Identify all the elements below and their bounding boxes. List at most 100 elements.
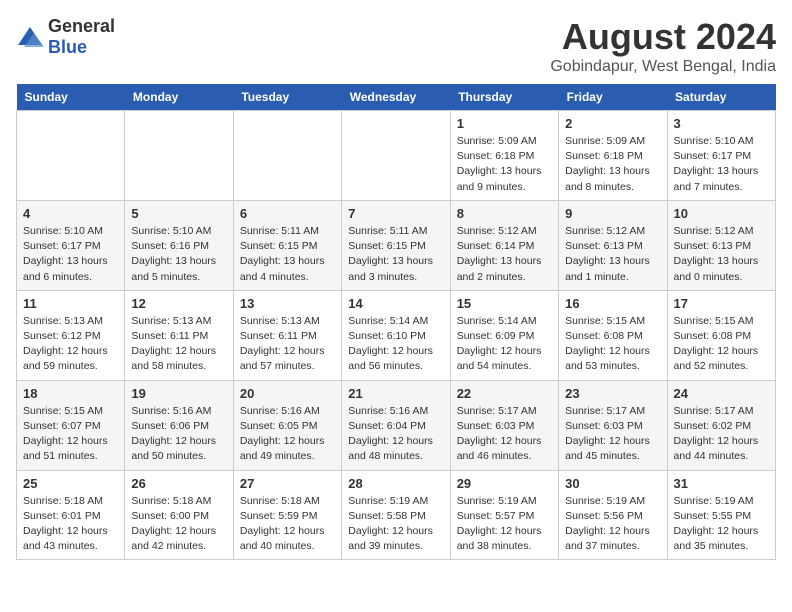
calendar-header: SundayMondayTuesdayWednesdayThursdayFrid…	[17, 84, 776, 111]
date-number: 17	[674, 296, 769, 311]
day-info: Sunrise: 5:09 AMSunset: 6:18 PMDaylight:…	[565, 134, 660, 195]
day-cell: 31Sunrise: 5:19 AMSunset: 5:55 PMDayligh…	[667, 470, 775, 560]
date-number: 12	[131, 296, 226, 311]
day-info: Sunrise: 5:18 AMSunset: 6:00 PMDaylight:…	[131, 494, 226, 555]
day-info: Sunrise: 5:09 AMSunset: 6:18 PMDaylight:…	[457, 134, 552, 195]
sub-title: Gobindapur, West Bengal, India	[550, 58, 776, 76]
day-header-monday: Monday	[125, 84, 233, 111]
day-header-saturday: Saturday	[667, 84, 775, 111]
logo: General Blue	[16, 16, 115, 58]
day-cell: 6 Sunrise: 5:11 AMSunset: 6:15 PMDaylight…	[233, 200, 341, 290]
date-number: 10	[674, 206, 769, 221]
date-number: 20	[240, 386, 335, 401]
day-cell: 29 Sunrise: 5:19 AMSunset: 5:57 PMDayligh…	[450, 470, 558, 560]
day-cell: 2 Sunrise: 5:09 AMSunset: 6:18 PMDaylight…	[559, 111, 667, 201]
date-number: 5	[131, 206, 226, 221]
logo-blue: Blue	[48, 37, 87, 57]
day-cell: 24 Sunrise: 5:17 AMSunset: 6:02 PMDayligh…	[667, 380, 775, 470]
day-cell: 11 Sunrise: 5:13 AMSunset: 6:12 PMDayligh…	[17, 290, 125, 380]
date-number: 15	[457, 296, 552, 311]
header: General Blue August 2024 Gobindapur, Wes…	[16, 16, 776, 76]
day-info: Sunrise: 5:10 AMSunset: 6:17 PMDaylight:…	[23, 224, 118, 285]
day-cell: 1 Sunrise: 5:09 AMSunset: 6:18 PMDaylight…	[450, 111, 558, 201]
day-cell: 15 Sunrise: 5:14 AMSunset: 6:09 PMDayligh…	[450, 290, 558, 380]
day-info: Sunrise: 5:14 AMSunset: 6:09 PMDaylight:…	[457, 314, 552, 375]
day-info: Sunrise: 5:13 AMSunset: 6:11 PMDaylight:…	[240, 314, 335, 375]
day-info: Sunrise: 5:16 AMSunset: 6:06 PMDaylight:…	[131, 404, 226, 465]
day-info: Sunrise: 5:11 AMSunset: 6:15 PMDaylight:…	[240, 224, 335, 285]
day-cell: 7Sunrise: 5:11 AMSunset: 6:15 PMDaylight…	[342, 200, 450, 290]
day-info: Sunrise: 5:17 AMSunset: 6:03 PMDaylight:…	[565, 404, 660, 465]
day-cell: 16 Sunrise: 5:15 AMSunset: 6:08 PMDayligh…	[559, 290, 667, 380]
day-cell: 21 Sunrise: 5:16 AMSunset: 6:04 PMDayligh…	[342, 380, 450, 470]
day-cell: 28 Sunrise: 5:19 AMSunset: 5:58 PMDayligh…	[342, 470, 450, 560]
day-info: Sunrise: 5:12 AMSunset: 6:13 PMDaylight:…	[565, 224, 660, 285]
date-number: 16	[565, 296, 660, 311]
date-number: 29	[457, 476, 552, 491]
day-cell: 10Sunrise: 5:12 AMSunset: 6:13 PMDayligh…	[667, 200, 775, 290]
day-cell: 20Sunrise: 5:16 AMSunset: 6:05 PMDayligh…	[233, 380, 341, 470]
week-row-1: 1 Sunrise: 5:09 AMSunset: 6:18 PMDaylight…	[17, 111, 776, 201]
date-number: 3	[674, 116, 769, 131]
day-info: Sunrise: 5:13 AMSunset: 6:11 PMDaylight:…	[131, 314, 226, 375]
date-number: 14	[348, 296, 443, 311]
day-info: Sunrise: 5:18 AMSunset: 5:59 PMDaylight:…	[240, 494, 335, 555]
day-cell	[342, 111, 450, 201]
date-number: 11	[23, 296, 118, 311]
day-cell: 12 Sunrise: 5:13 AMSunset: 6:11 PMDayligh…	[125, 290, 233, 380]
day-info: Sunrise: 5:15 AMSunset: 6:07 PMDaylight:…	[23, 404, 118, 465]
day-info: Sunrise: 5:10 AMSunset: 6:17 PMDaylight:…	[674, 134, 769, 195]
date-number: 24	[674, 386, 769, 401]
day-info: Sunrise: 5:15 AMSunset: 6:08 PMDaylight:…	[674, 314, 769, 375]
day-header-tuesday: Tuesday	[233, 84, 341, 111]
day-info: Sunrise: 5:19 AMSunset: 5:57 PMDaylight:…	[457, 494, 552, 555]
day-info: Sunrise: 5:15 AMSunset: 6:08 PMDaylight:…	[565, 314, 660, 375]
day-info: Sunrise: 5:19 AMSunset: 5:55 PMDaylight:…	[674, 494, 769, 555]
day-cell	[17, 111, 125, 201]
day-info: Sunrise: 5:12 AMSunset: 6:14 PMDaylight:…	[457, 224, 552, 285]
date-number: 23	[565, 386, 660, 401]
date-number: 19	[131, 386, 226, 401]
day-header-thursday: Thursday	[450, 84, 558, 111]
day-cell: 23 Sunrise: 5:17 AMSunset: 6:03 PMDayligh…	[559, 380, 667, 470]
date-number: 18	[23, 386, 118, 401]
date-number: 4	[23, 206, 118, 221]
date-number: 8	[457, 206, 552, 221]
day-info: Sunrise: 5:16 AMSunset: 6:04 PMDaylight:…	[348, 404, 443, 465]
day-info: Sunrise: 5:11 AMSunset: 6:15 PMDaylight:…	[348, 224, 443, 285]
day-cell: 8 Sunrise: 5:12 AMSunset: 6:14 PMDaylight…	[450, 200, 558, 290]
header-row: SundayMondayTuesdayWednesdayThursdayFrid…	[17, 84, 776, 111]
day-cell: 14Sunrise: 5:14 AMSunset: 6:10 PMDayligh…	[342, 290, 450, 380]
day-header-sunday: Sunday	[17, 84, 125, 111]
date-number: 2	[565, 116, 660, 131]
day-info: Sunrise: 5:10 AMSunset: 6:16 PMDaylight:…	[131, 224, 226, 285]
date-number: 13	[240, 296, 335, 311]
date-number: 1	[457, 116, 552, 131]
week-row-4: 18 Sunrise: 5:15 AMSunset: 6:07 PMDayligh…	[17, 380, 776, 470]
day-info: Sunrise: 5:18 AMSunset: 6:01 PMDaylight:…	[23, 494, 118, 555]
day-cell	[233, 111, 341, 201]
week-row-3: 11 Sunrise: 5:13 AMSunset: 6:12 PMDayligh…	[17, 290, 776, 380]
day-info: Sunrise: 5:17 AMSunset: 6:02 PMDaylight:…	[674, 404, 769, 465]
day-cell: 22Sunrise: 5:17 AMSunset: 6:03 PMDayligh…	[450, 380, 558, 470]
calendar-table: SundayMondayTuesdayWednesdayThursdayFrid…	[16, 84, 776, 560]
day-cell: 27 Sunrise: 5:18 AMSunset: 5:59 PMDayligh…	[233, 470, 341, 560]
day-cell: 13 Sunrise: 5:13 AMSunset: 6:11 PMDayligh…	[233, 290, 341, 380]
date-number: 21	[348, 386, 443, 401]
week-row-2: 4 Sunrise: 5:10 AMSunset: 6:17 PMDaylight…	[17, 200, 776, 290]
day-cell: 26Sunrise: 5:18 AMSunset: 6:00 PMDayligh…	[125, 470, 233, 560]
date-number: 28	[348, 476, 443, 491]
day-header-wednesday: Wednesday	[342, 84, 450, 111]
logo-icon	[16, 25, 44, 49]
day-header-friday: Friday	[559, 84, 667, 111]
day-cell: 30Sunrise: 5:19 AMSunset: 5:56 PMDayligh…	[559, 470, 667, 560]
day-info: Sunrise: 5:19 AMSunset: 5:56 PMDaylight:…	[565, 494, 660, 555]
day-cell: 4 Sunrise: 5:10 AMSunset: 6:17 PMDaylight…	[17, 200, 125, 290]
day-info: Sunrise: 5:19 AMSunset: 5:58 PMDaylight:…	[348, 494, 443, 555]
calendar-body: 1 Sunrise: 5:09 AMSunset: 6:18 PMDaylight…	[17, 111, 776, 560]
day-cell: 3 Sunrise: 5:10 AMSunset: 6:17 PMDaylight…	[667, 111, 775, 201]
date-number: 27	[240, 476, 335, 491]
day-cell: 18 Sunrise: 5:15 AMSunset: 6:07 PMDayligh…	[17, 380, 125, 470]
day-info: Sunrise: 5:13 AMSunset: 6:12 PMDaylight:…	[23, 314, 118, 375]
date-number: 6	[240, 206, 335, 221]
